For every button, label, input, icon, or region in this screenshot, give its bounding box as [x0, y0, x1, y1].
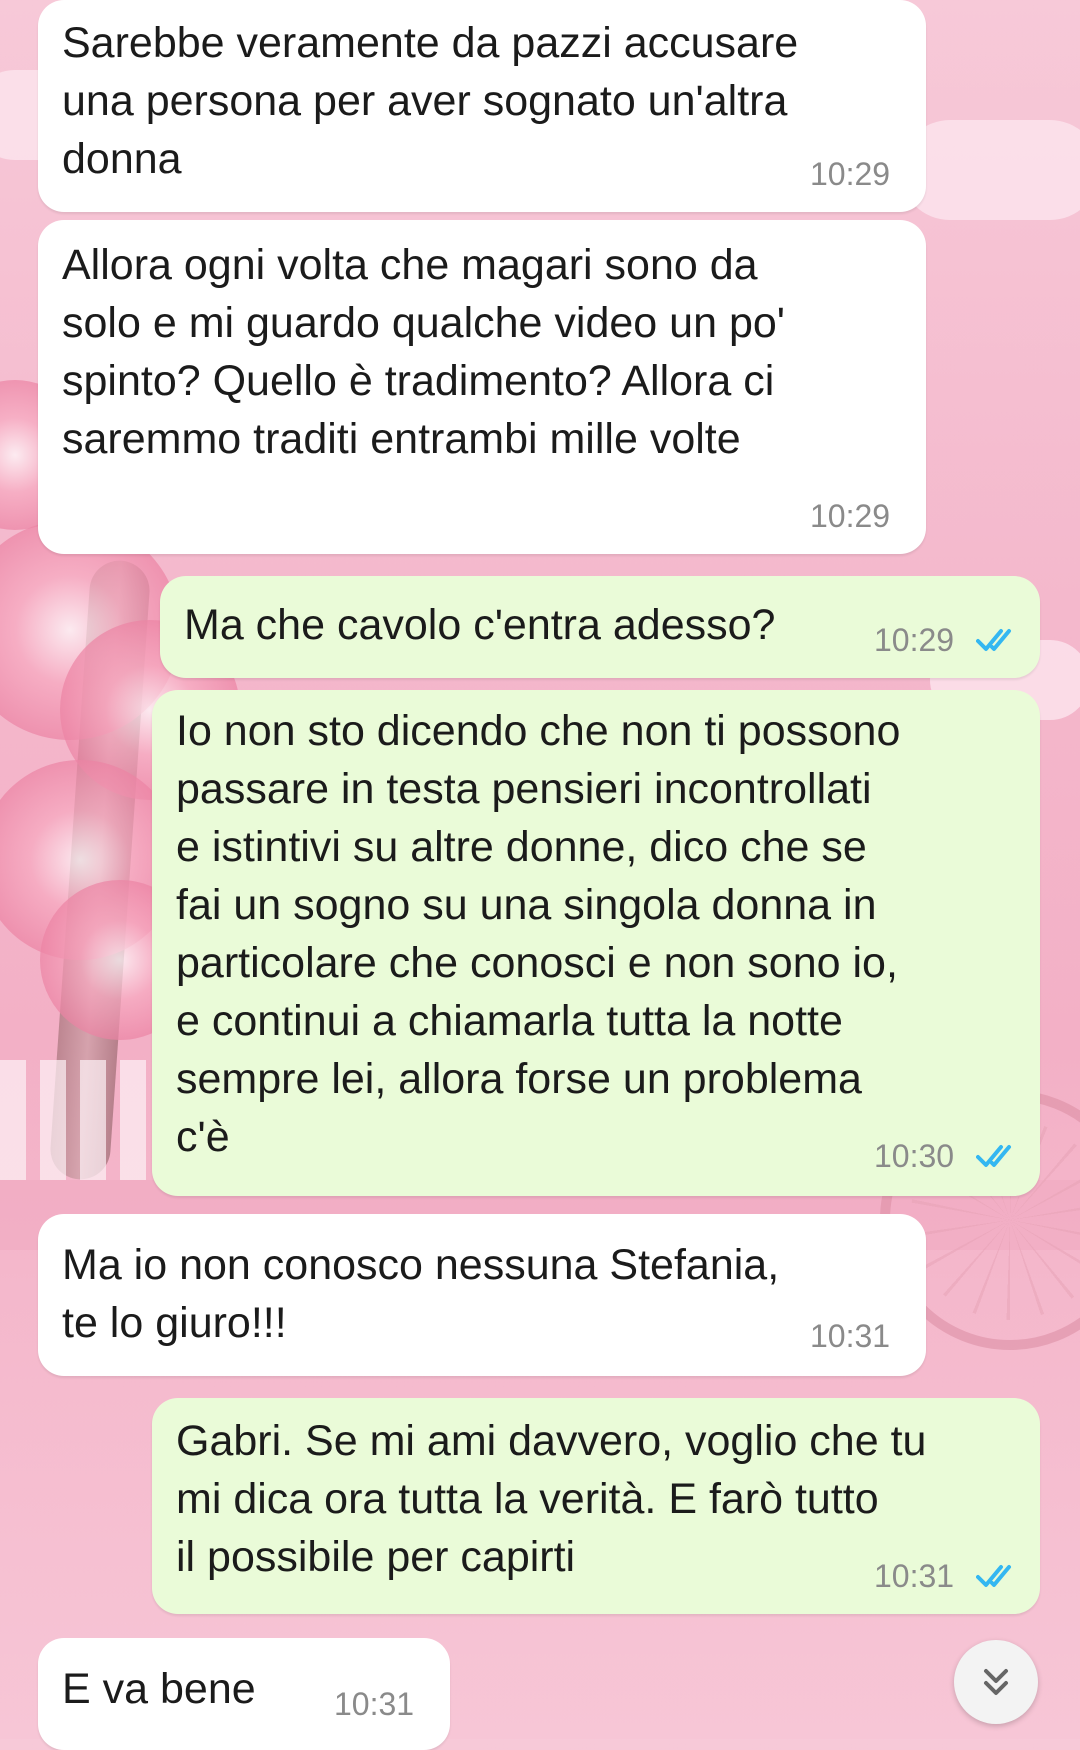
message-text: Allora ogni volta che magari sono da sol… — [62, 241, 785, 463]
read-receipt-icon — [976, 1145, 1011, 1167]
message-time: 10:31 — [810, 1318, 891, 1354]
message-time: 10:31 — [874, 1558, 955, 1594]
message-bubble-incoming[interactable]: E va bene 10:31 — [38, 1638, 450, 1750]
message-time: 10:29 — [810, 498, 891, 534]
double-chevron-down-icon — [984, 1669, 1008, 1695]
message-bubble-outgoing[interactable]: Gabri. Se mi ami davvero, voglio che tu … — [152, 1398, 1040, 1614]
message-text: Io non sto dicendo che non ti possono pa… — [176, 707, 901, 1161]
message-bubble-outgoing[interactable]: Ma che cavolo c'entra adesso? 10:29 — [160, 576, 1040, 678]
read-receipt-icon — [976, 1565, 1011, 1587]
message-bubble-outgoing[interactable]: Io non sto dicendo che non ti possono pa… — [152, 690, 1040, 1196]
message-time: 10:29 — [874, 622, 955, 658]
message-text: E va bene — [62, 1665, 256, 1713]
message-bubble-incoming[interactable]: Ma io non conosco nessuna Stefania, te l… — [38, 1214, 926, 1376]
read-receipt-icon — [976, 629, 1011, 651]
message-time: 10:30 — [874, 1138, 955, 1174]
scroll-to-bottom-button[interactable] — [954, 1640, 1038, 1724]
message-time: 10:29 — [810, 156, 891, 192]
message-text: Ma che cavolo c'entra adesso? — [184, 601, 776, 649]
message-bubble-incoming[interactable]: Sarebbe veramente da pazzi accusare una … — [38, 0, 926, 212]
message-text: Ma io non conosco nessuna Stefania, te l… — [62, 1241, 780, 1347]
message-bubble-incoming[interactable]: Allora ogni volta che magari sono da sol… — [38, 220, 926, 554]
message-text: Sarebbe veramente da pazzi accusare una … — [62, 19, 799, 183]
message-time: 10:31 — [334, 1686, 415, 1722]
